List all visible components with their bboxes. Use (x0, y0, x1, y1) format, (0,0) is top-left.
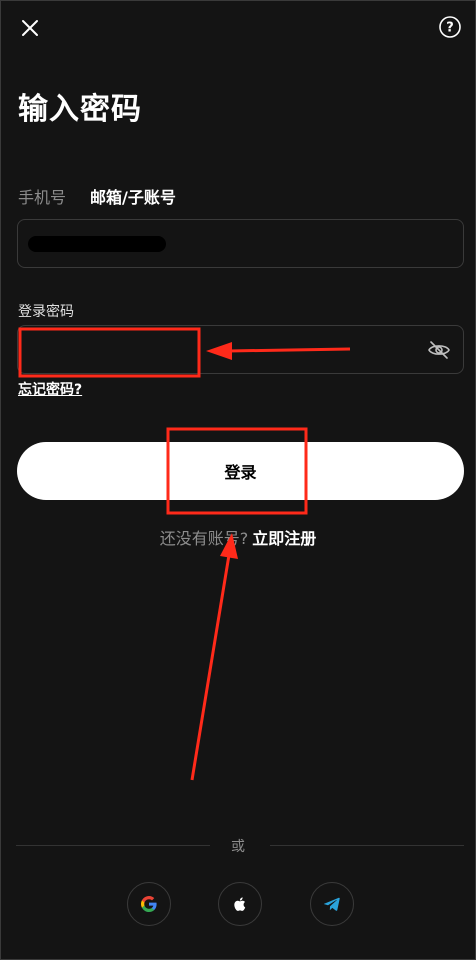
page-title: 输入密码 (18, 92, 142, 127)
telegram-icon (323, 897, 340, 911)
redacted-account-value (28, 236, 166, 252)
login-button[interactable]: 登录 (17, 442, 464, 500)
tab-email-subaccount[interactable]: 邮箱/子账号 (90, 184, 176, 208)
password-field (17, 325, 464, 374)
divider-line-right (270, 845, 464, 846)
login-method-tabs: 手机号 邮箱/子账号 (18, 184, 176, 208)
forgot-password-link[interactable]: 忘记密码? (18, 379, 82, 399)
register-prompt: 还没有账号? (159, 529, 249, 548)
register-row: 还没有账号? 立即注册 (0, 525, 476, 549)
close-icon (22, 20, 38, 36)
tab-phone[interactable]: 手机号 (18, 184, 66, 208)
password-label: 登录密码 (18, 304, 74, 320)
annotation-arrow-login (190, 533, 238, 781)
help-circle-icon: ? (439, 16, 461, 38)
account-input[interactable] (17, 219, 464, 268)
divider-or-text: 或 (231, 839, 245, 855)
eye-off-icon (428, 341, 450, 359)
google-login-button[interactable] (127, 882, 171, 926)
help-button[interactable]: ? (438, 15, 462, 39)
close-button[interactable] (18, 16, 42, 40)
apple-login-button[interactable] (218, 882, 262, 926)
password-visibility-toggle[interactable] (427, 338, 451, 362)
svg-text:?: ? (446, 21, 454, 36)
password-input[interactable] (28, 336, 408, 364)
telegram-login-button[interactable] (310, 882, 354, 926)
google-icon (141, 896, 157, 912)
apple-icon (234, 897, 246, 911)
register-link[interactable]: 立即注册 (252, 529, 316, 548)
